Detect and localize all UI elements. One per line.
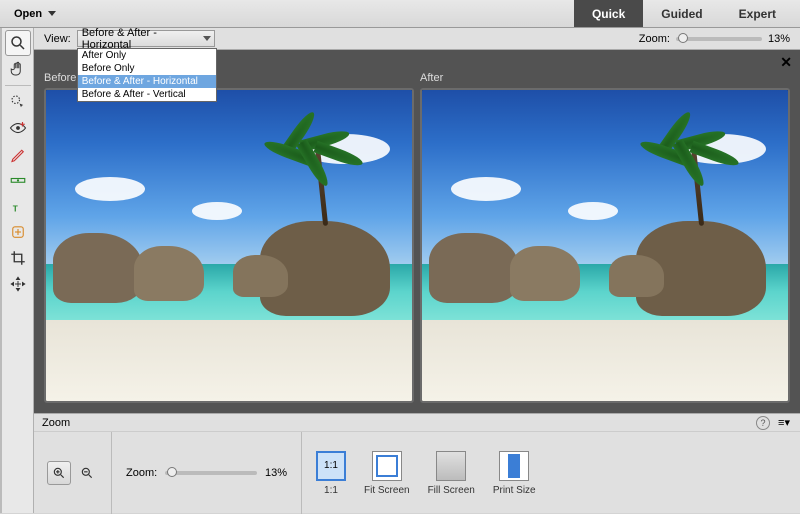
menubar: Open Quick Guided Expert	[0, 0, 800, 28]
zoom-label: Zoom:	[639, 33, 670, 45]
fit-screen-label: Fit Screen	[364, 485, 410, 496]
open-menu[interactable]: Open	[6, 4, 64, 24]
zoom-tool[interactable]	[5, 30, 31, 56]
dropdown-icon	[48, 11, 56, 16]
hand-tool[interactable]	[5, 56, 31, 82]
zoom-buttons	[34, 432, 112, 514]
straighten-tool[interactable]	[5, 167, 31, 193]
close-icon[interactable]: ✕	[780, 54, 792, 71]
options-bar: View: Before & After - Horizontal After …	[0, 28, 800, 50]
view-option-before-after-vertical[interactable]: Before & After - Vertical	[78, 88, 216, 101]
print-size[interactable]: Print Size	[493, 451, 536, 496]
view-label: View:	[44, 33, 71, 45]
whiten-tool[interactable]	[5, 141, 31, 167]
after-pane[interactable]	[420, 88, 790, 403]
view-dropdown-popup: After Only Before Only Before & After - …	[77, 48, 217, 102]
eye-tool[interactable]	[5, 115, 31, 141]
view-dropdown[interactable]: Before & After - Horizontal After Only B…	[77, 30, 215, 47]
open-label: Open	[14, 8, 42, 20]
view-selected: Before & After - Horizontal	[82, 27, 198, 51]
zoom-value-bottom: 13%	[265, 467, 287, 479]
zoom-control-top: Zoom: 13%	[639, 33, 800, 45]
tool-strip: T	[0, 28, 34, 513]
fill-screen-label: Fill Screen	[428, 485, 475, 496]
canvas-area: ✕ Before	[34, 50, 800, 413]
fit-screen[interactable]: Fit Screen	[364, 451, 410, 496]
quick-select-tool[interactable]	[5, 89, 31, 115]
after-label: After	[420, 72, 443, 84]
zoom-value-top: 13%	[768, 33, 790, 45]
fit-options: 1:1 1:1 Fit Screen Fill Screen Print Siz…	[302, 443, 550, 504]
panel-menu-icon[interactable]: ≡▾	[776, 416, 792, 430]
tool-separator	[5, 85, 31, 86]
fit-screen-icon	[372, 451, 402, 481]
slider-thumb-bottom[interactable]	[167, 467, 177, 477]
before-label: Before	[44, 72, 76, 84]
tab-expert[interactable]: Expert	[721, 0, 794, 27]
tab-quick[interactable]: Quick	[574, 0, 643, 27]
help-icon[interactable]: ?	[756, 416, 770, 430]
before-pane[interactable]	[44, 88, 414, 403]
zoom-slider-section: Zoom: 13%	[112, 432, 302, 514]
zoom-in-button[interactable]	[47, 461, 71, 485]
zoom-slider-top[interactable]	[676, 37, 762, 41]
print-size-label: Print Size	[493, 485, 536, 496]
view-option-before-only[interactable]: Before Only	[78, 62, 216, 75]
bottom-title: Zoom	[42, 417, 70, 429]
move-tool[interactable]	[5, 271, 31, 297]
tab-guided[interactable]: Guided	[643, 0, 720, 27]
one-to-one-icon: 1:1	[316, 451, 346, 481]
zoom-label-bottom: Zoom:	[126, 467, 157, 479]
fill-screen-icon	[436, 451, 466, 481]
slider-thumb[interactable]	[678, 33, 688, 43]
type-tool[interactable]: T	[5, 193, 31, 219]
print-size-icon	[499, 451, 529, 481]
fit-one-to-one[interactable]: 1:1 1:1	[316, 451, 346, 496]
spot-heal-tool[interactable]	[5, 219, 31, 245]
view-option-after-only[interactable]: After Only	[78, 49, 216, 62]
view-option-before-after-horizontal[interactable]: Before & After - Horizontal	[78, 75, 216, 88]
mode-tabs: Quick Guided Expert	[574, 0, 794, 27]
bottom-panel: Zoom ? ≡▾ Zoom: 13% 1:1 1:1 Fit Screen	[34, 413, 800, 513]
fit-one-label: 1:1	[324, 485, 338, 496]
bottom-panel-header: Zoom ? ≡▾	[34, 414, 800, 432]
crop-tool[interactable]	[5, 245, 31, 271]
fill-screen[interactable]: Fill Screen	[428, 451, 475, 496]
zoom-slider-bottom[interactable]	[165, 471, 257, 475]
zoom-out-button[interactable]	[75, 461, 99, 485]
svg-text:T: T	[12, 204, 17, 213]
chevron-down-icon	[203, 36, 211, 41]
